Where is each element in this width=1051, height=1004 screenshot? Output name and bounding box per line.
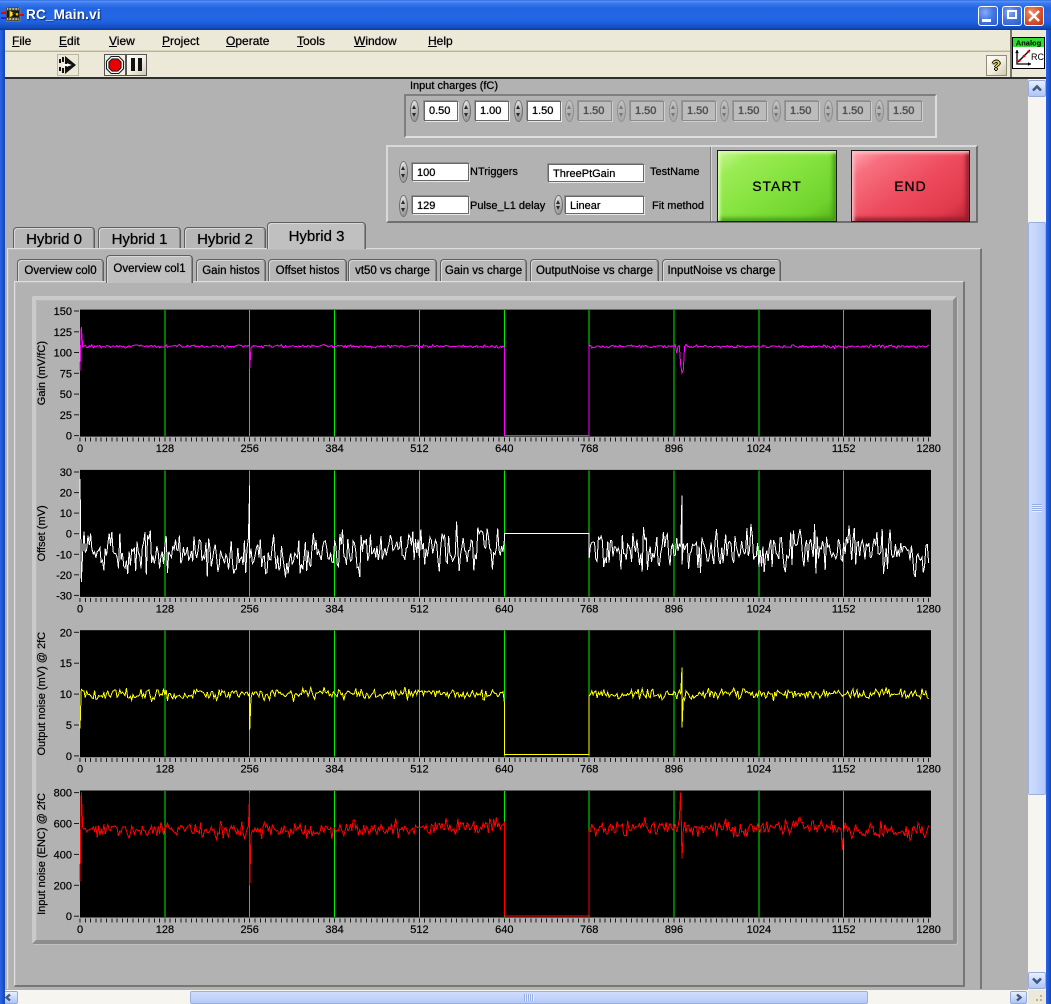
svg-text:1280: 1280 — [916, 603, 940, 615]
svg-text:100: 100 — [54, 348, 72, 360]
svg-text:10: 10 — [60, 689, 72, 701]
svg-text:128: 128 — [156, 924, 174, 936]
svg-text:15: 15 — [60, 658, 72, 670]
svg-text:256: 256 — [241, 764, 259, 776]
svg-text:20: 20 — [60, 488, 72, 500]
svg-text:600: 600 — [54, 819, 72, 831]
svg-text:128: 128 — [156, 764, 174, 776]
svg-text:-30: -30 — [56, 590, 72, 602]
svg-text:Gain (mV/fC): Gain (mV/fC) — [36, 341, 48, 405]
svg-text:640: 640 — [495, 443, 513, 455]
svg-text:30: 30 — [60, 467, 72, 479]
svg-text:1280: 1280 — [916, 924, 940, 936]
svg-text:384: 384 — [325, 924, 343, 936]
svg-text:50: 50 — [60, 389, 72, 401]
svg-text:0: 0 — [77, 603, 83, 615]
svg-text:0: 0 — [66, 751, 72, 763]
svg-text:512: 512 — [410, 443, 428, 455]
svg-text:0: 0 — [66, 431, 72, 443]
svg-text:256: 256 — [241, 924, 259, 936]
svg-text:768: 768 — [580, 924, 598, 936]
svg-text:512: 512 — [410, 764, 428, 776]
svg-text:25: 25 — [60, 410, 72, 422]
svg-text:640: 640 — [495, 924, 513, 936]
svg-text:640: 640 — [495, 603, 513, 615]
svg-text:1152: 1152 — [832, 443, 856, 455]
svg-text:Output noise (mV) @ 2fC: Output noise (mV) @ 2fC — [36, 632, 48, 756]
svg-text:896: 896 — [665, 924, 683, 936]
svg-text:896: 896 — [665, 764, 683, 776]
svg-text:768: 768 — [580, 443, 598, 455]
svg-text:1152: 1152 — [832, 603, 856, 615]
svg-text:0: 0 — [77, 764, 83, 776]
svg-text:Offset (mV): Offset (mV) — [36, 505, 48, 561]
svg-text:10: 10 — [60, 508, 72, 520]
svg-text:1280: 1280 — [916, 764, 940, 776]
svg-text:1024: 1024 — [747, 764, 771, 776]
svg-text:1280: 1280 — [916, 443, 940, 455]
svg-text:896: 896 — [665, 443, 683, 455]
svg-text:5: 5 — [66, 720, 72, 732]
svg-text:384: 384 — [325, 603, 343, 615]
svg-text:768: 768 — [580, 603, 598, 615]
svg-text:0: 0 — [66, 911, 72, 923]
svg-text:-10: -10 — [56, 549, 72, 561]
svg-text:800: 800 — [54, 788, 72, 800]
svg-text:-20: -20 — [56, 570, 72, 582]
svg-text:384: 384 — [325, 443, 343, 455]
svg-text:0: 0 — [77, 443, 83, 455]
svg-text:0: 0 — [66, 529, 72, 541]
svg-text:400: 400 — [54, 849, 72, 861]
svg-text:1152: 1152 — [832, 764, 856, 776]
svg-text:384: 384 — [325, 764, 343, 776]
svg-text:75: 75 — [60, 368, 72, 380]
svg-text:256: 256 — [241, 603, 259, 615]
svg-text:768: 768 — [580, 764, 598, 776]
svg-text:1024: 1024 — [747, 443, 771, 455]
svg-text:640: 640 — [495, 764, 513, 776]
svg-text:125: 125 — [54, 327, 72, 339]
svg-text:512: 512 — [410, 603, 428, 615]
svg-text:896: 896 — [665, 603, 683, 615]
svg-text:20: 20 — [60, 627, 72, 639]
svg-text:256: 256 — [241, 443, 259, 455]
svg-text:128: 128 — [156, 443, 174, 455]
svg-text:512: 512 — [410, 924, 428, 936]
svg-text:1152: 1152 — [832, 924, 856, 936]
svg-text:0: 0 — [77, 924, 83, 936]
svg-text:200: 200 — [54, 880, 72, 892]
svg-text:150: 150 — [54, 306, 72, 318]
svg-text:1024: 1024 — [747, 924, 771, 936]
svg-text:Input noise (ENC) @ 2fC: Input noise (ENC) @ 2fC — [36, 793, 48, 915]
svg-text:128: 128 — [156, 603, 174, 615]
svg-text:1024: 1024 — [747, 603, 771, 615]
